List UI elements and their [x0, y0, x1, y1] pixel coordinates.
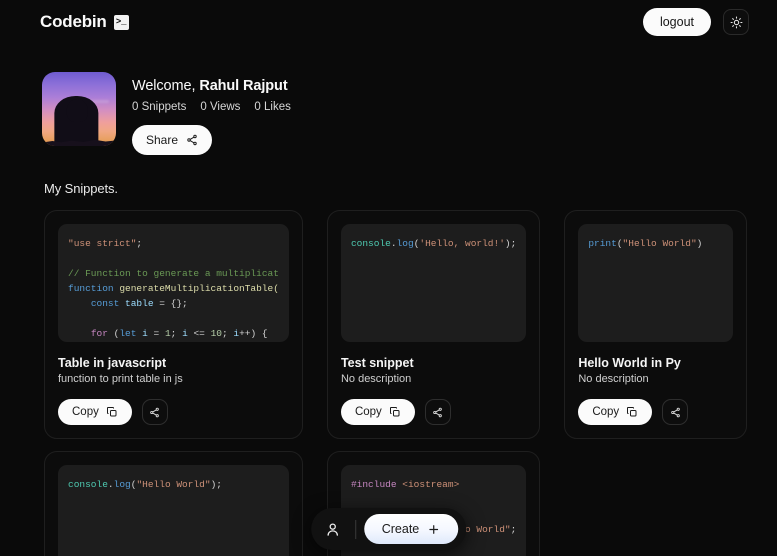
snippet-description: No description	[578, 373, 649, 385]
dock-divider	[354, 519, 356, 539]
code-preview: print("Hello World")	[578, 224, 733, 342]
profile-share-label: Share	[146, 133, 179, 147]
copy-label: Copy	[72, 406, 99, 418]
snippet-description: No description	[340, 373, 412, 385]
brand-name: Codebin	[40, 12, 107, 31]
share-icon	[150, 407, 160, 417]
user-name: Rahul Rajput	[199, 78, 288, 94]
logout-button[interactable]: logout	[642, 8, 711, 36]
stat-snippets: 0 Snippets	[132, 101, 187, 113]
snippet-grid: "use strict"; // Function to generate a …	[0, 210, 777, 556]
plus-icon	[429, 524, 439, 534]
snippet-card[interactable]: print("Hello World") Hello World in Py N…	[564, 210, 747, 439]
stat-likes: 0 Likes	[254, 101, 291, 113]
snippet-card[interactable]: console.log('Hello, world!'); Test snipp…	[326, 210, 541, 439]
copy-icon	[389, 407, 400, 417]
copy-icon	[627, 407, 637, 417]
profile-section: Welcome, Rahul Rajput 0 Snippets 0 Views…	[0, 44, 777, 155]
snippet-share-button[interactable]	[662, 399, 689, 425]
sun-icon	[730, 16, 742, 28]
profile-share-button[interactable]: Share	[132, 125, 213, 155]
floating-dock: Create	[310, 508, 467, 550]
copy-label: Copy	[354, 406, 382, 418]
top-bar: Codebin >_ logout	[0, 0, 777, 44]
copy-label: Copy	[592, 406, 620, 418]
top-bar-actions: logout	[642, 8, 749, 36]
avatar	[42, 72, 116, 146]
share-icon	[433, 407, 443, 417]
snippet-description: function to print table in js	[58, 373, 183, 385]
code-preview: "use strict"; // Function to generate a …	[58, 224, 289, 342]
copy-button[interactable]: Copy	[58, 399, 132, 425]
copy-icon	[106, 407, 117, 417]
profile-stats: 0 Snippets 0 Views 0 Likes	[132, 101, 291, 113]
welcome-line: Welcome, Rahul Rajput	[132, 78, 291, 94]
code-preview: console.log("Hello World");	[58, 465, 289, 556]
snippet-title: Hello World in Py	[578, 356, 681, 370]
welcome-prefix: Welcome,	[132, 78, 200, 94]
terminal-icon: >_	[113, 14, 129, 30]
avatar-head-silhouette	[66, 99, 88, 122]
code-preview: console.log('Hello, world!');	[340, 224, 527, 342]
create-button[interactable]: Create	[363, 514, 459, 544]
copy-button[interactable]: Copy	[578, 399, 653, 425]
snippet-share-button[interactable]	[141, 399, 168, 425]
snippet-share-button[interactable]	[424, 399, 451, 425]
profile-info: Welcome, Rahul Rajput 0 Snippets 0 Views…	[132, 72, 291, 155]
share-icon	[670, 407, 680, 417]
person-icon	[327, 522, 338, 536]
page-title: My Snippets.	[44, 181, 118, 196]
snippet-actions: Copy	[58, 399, 289, 425]
snippet-card[interactable]: "use strict"; // Function to generate a …	[44, 210, 303, 439]
share-icon	[187, 134, 197, 146]
theme-toggle-button[interactable]	[723, 9, 749, 35]
snippet-title: Table in javascript	[58, 356, 167, 370]
stat-views: 0 Views	[200, 101, 241, 113]
brand-logo[interactable]: Codebin >_	[40, 12, 129, 32]
snippet-title: Test snippet	[340, 356, 414, 370]
snippet-card[interactable]: console.log("Hello World"); Copy	[44, 451, 303, 556]
snippet-actions: Copy	[578, 399, 733, 425]
dock-profile-button[interactable]	[319, 515, 347, 543]
create-label: Create	[381, 522, 420, 536]
copy-button[interactable]: Copy	[340, 399, 415, 425]
snippet-actions: Copy	[340, 399, 526, 425]
